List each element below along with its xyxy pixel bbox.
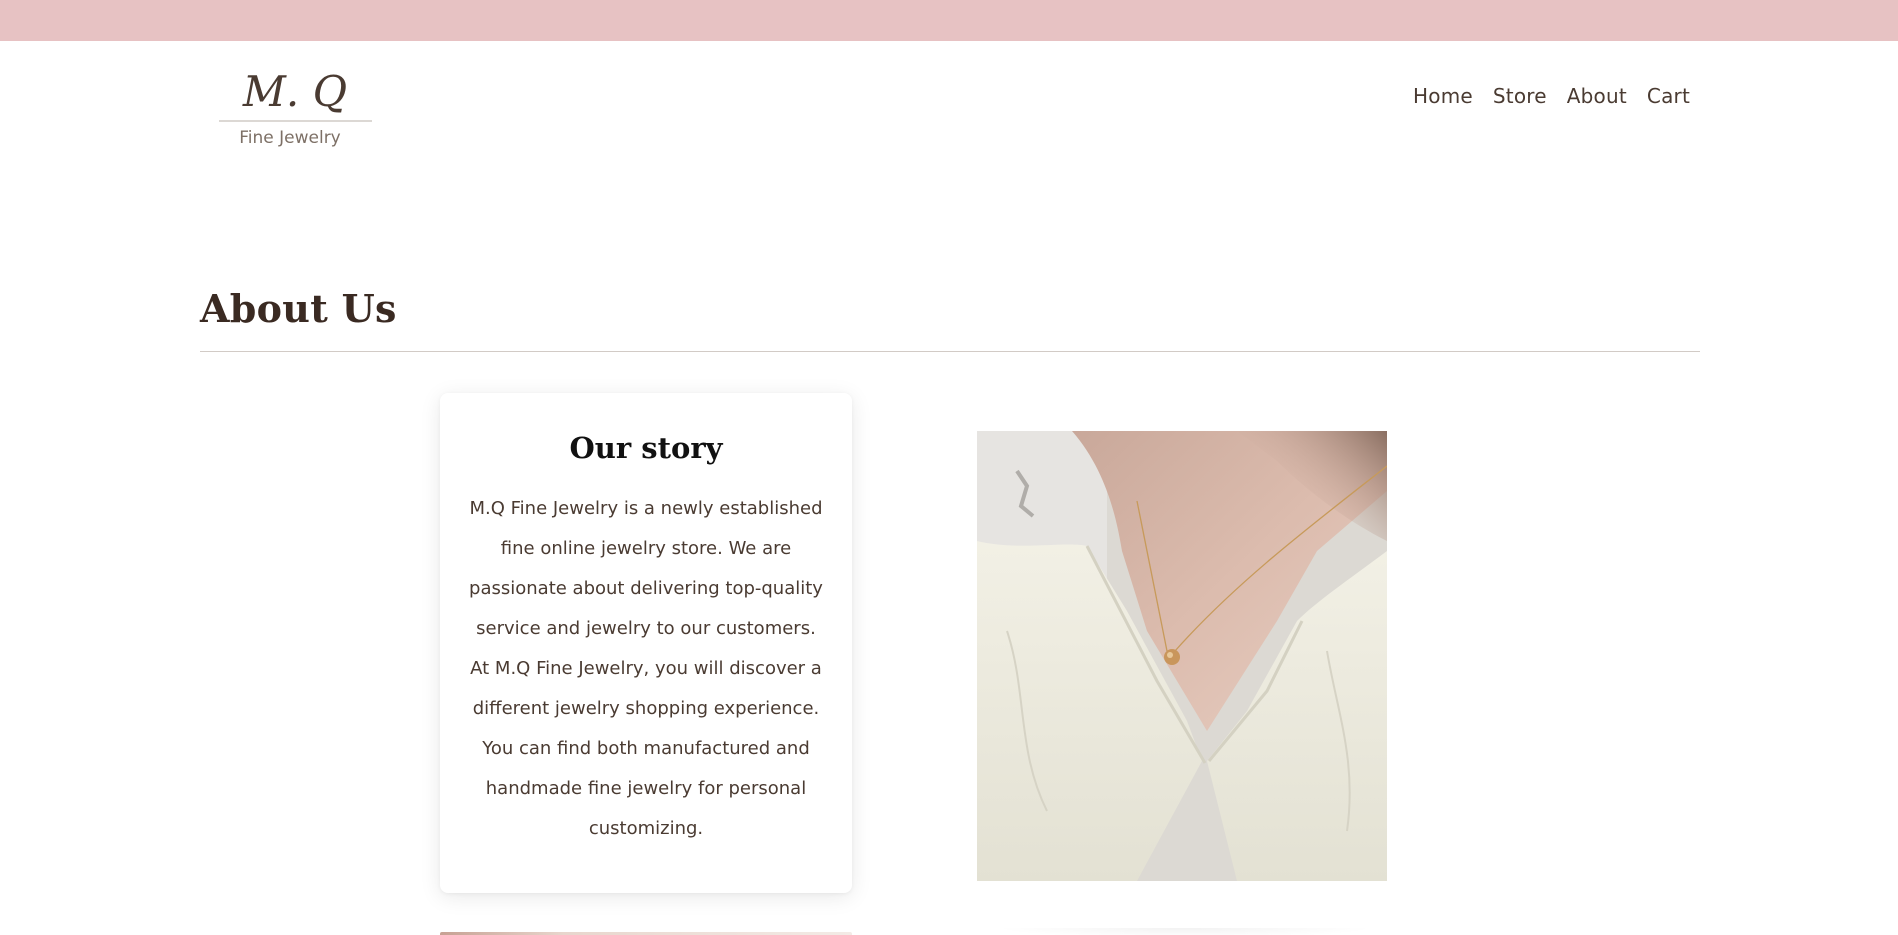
logo-monogram: M. Q	[242, 67, 347, 116]
our-story-card: Our story M.Q Fine Jewelry is a newly es…	[440, 393, 852, 893]
page-title: About Us	[200, 286, 397, 331]
nav-store-link[interactable]: Store	[1493, 84, 1547, 108]
nav-cart-link[interactable]: Cart	[1647, 84, 1690, 108]
main-nav: Home Store About Cart	[1413, 84, 1690, 108]
brand-logo[interactable]: M. Q Fine Jewelry	[218, 66, 373, 150]
logo-tagline: Fine Jewelry	[239, 128, 341, 148]
next-section-shadow	[995, 928, 1375, 935]
story-heading: Our story	[569, 431, 723, 465]
story-body: M.Q Fine Jewelry is a newly established …	[469, 498, 823, 839]
necklace-illustration	[977, 431, 1387, 881]
announcement-bar	[0, 0, 1898, 41]
title-divider	[200, 351, 1700, 352]
nav-about-link[interactable]: About	[1567, 84, 1627, 108]
nav-home-link[interactable]: Home	[1413, 84, 1473, 108]
necklace-photo	[977, 431, 1387, 881]
